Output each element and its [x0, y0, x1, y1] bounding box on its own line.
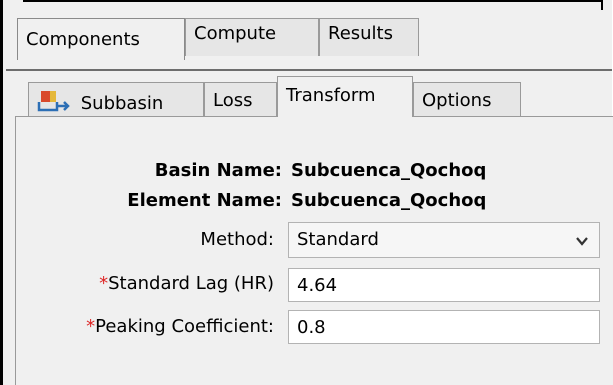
standard-lag-input[interactable]	[288, 268, 600, 302]
standard-lag-label: *Standard Lag (HR)	[99, 273, 274, 294]
tab-divider	[6, 69, 612, 71]
method-select-value: Standard	[297, 229, 379, 250]
tab-results[interactable]: Results	[319, 18, 419, 56]
tab-compute[interactable]: Compute	[185, 18, 319, 56]
tab-subbasin-label: Subbasin	[80, 93, 164, 114]
tab-transform[interactable]: Transform	[277, 76, 413, 117]
top-border-corner	[601, 0, 603, 10]
peaking-coefficient-input[interactable]	[288, 310, 600, 344]
tab-loss[interactable]: Loss	[204, 82, 277, 116]
properties-panel: Components Compute Results Subbasin Loss…	[0, 0, 613, 385]
required-marker: *	[86, 316, 96, 337]
method-label: Method:	[200, 229, 274, 250]
basin-name-label: Basin Name:	[154, 160, 282, 181]
tab-subbasin[interactable]: Subbasin	[28, 82, 204, 116]
tab-components[interactable]: Components	[17, 18, 185, 60]
peaking-coefficient-label: *Peaking Coefficient:	[86, 316, 274, 337]
basin-name-value: Subcuenca_Qochoq	[291, 160, 487, 181]
tab-options[interactable]: Options	[413, 82, 521, 116]
chevron-down-icon	[576, 237, 588, 246]
element-name-value: Subcuenca_Qochoq	[291, 190, 487, 211]
method-select[interactable]: Standard	[288, 222, 600, 258]
top-border	[23, 0, 603, 2]
element-name-label: Element Name:	[127, 190, 282, 211]
required-marker: *	[99, 273, 109, 294]
subbasin-icon	[37, 91, 70, 112]
